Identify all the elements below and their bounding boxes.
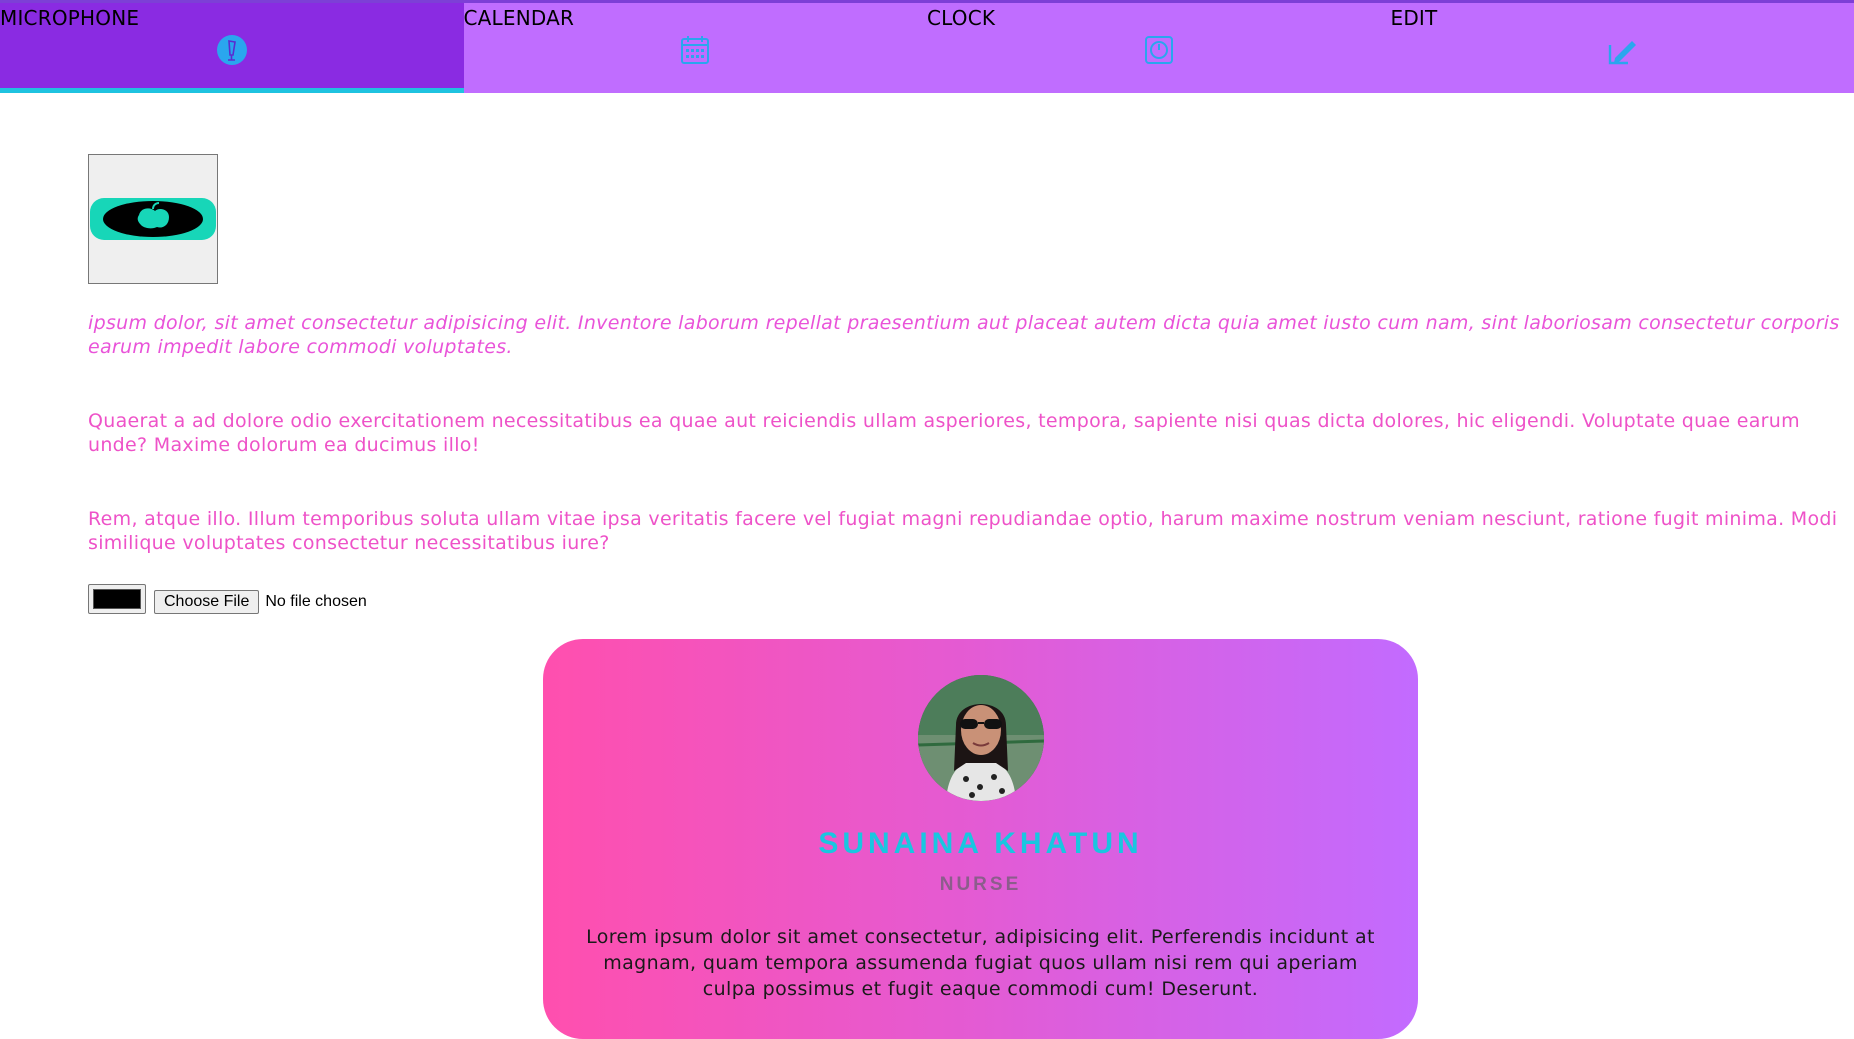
tab-label: CLOCK [927,6,995,30]
main-content: ipsum dolor, sit amet consectetur adipis… [88,154,1848,617]
color-swatch-fill [93,589,141,609]
paragraph: Quaerat a ad dolore odio exercitationem … [88,409,1848,457]
paragraph: ipsum dolor, sit amet consectetur adipis… [88,311,1848,359]
apple-logo-icon [89,155,217,283]
clock-icon [1142,33,1176,67]
profile-card: SUNAINA KHATUN NURSE Lorem ipsum dolor s… [543,639,1418,1039]
tab-clock[interactable]: CLOCK [927,3,1391,93]
top-nav-bar: MICROPHONE CALENDAR CLOCK EDIT [0,0,1854,93]
profile-name: SUNAINA KHATUN [543,827,1418,861]
choose-file-button[interactable]: Choose File [154,590,259,614]
calendar-icon [678,33,712,67]
tab-label: MICROPHONE [0,6,139,30]
profile-description: Lorem ipsum dolor sit amet consectetur, … [583,924,1378,1002]
tab-microphone[interactable]: MICROPHONE [0,3,464,93]
tab-edit[interactable]: EDIT [1391,3,1854,93]
avatar [918,675,1044,801]
tab-label: EDIT [1391,6,1438,30]
logo-image [88,154,218,284]
file-status-text: No file chosen [265,593,366,611]
color-picker-input[interactable] [88,584,146,614]
tab-label: CALENDAR [464,6,575,30]
avatar-photo [918,675,1044,801]
edit-icon [1605,33,1639,67]
profile-role: NURSE [543,874,1418,896]
tab-calendar[interactable]: CALENDAR [464,3,928,93]
input-controls: Choose File No file chosen [88,581,1848,617]
microphone-icon [215,33,249,67]
paragraph: Rem, atque illo. Illum temporibus soluta… [88,507,1848,555]
